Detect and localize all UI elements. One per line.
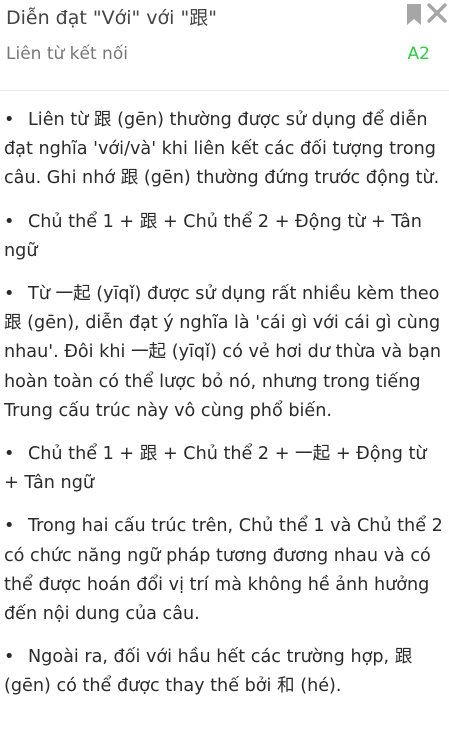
grammar-content: • Liên từ 跟 (gēn) thường được sử dụng để … <box>4 106 444 716</box>
header: Diễn đạt "Với" với "跟" Liên từ kết nối A… <box>0 0 449 91</box>
list-item-text: Trong hai cấu trúc trên, Chủ thể 1 và Ch… <box>4 516 443 625</box>
list-item: • Chủ thể 1 + 跟 + Chủ thể 2 + 一起 + Động t… <box>4 440 444 498</box>
list-item: • Chủ thể 1 + 跟 + Chủ thể 2 + Động từ + T… <box>4 208 444 266</box>
list-item-text: Ngoài ra, đối với hầu hết các trường hợp… <box>4 647 413 697</box>
list-item: • Từ 一起 (yīqǐ) được sử dụng rất nhiều kèm… <box>4 280 444 426</box>
bullet-icon: • <box>4 444 15 465</box>
list-item: • Liên từ 跟 (gēn) thường được sử dụng để … <box>4 106 444 194</box>
page-title: Diễn đạt "Với" với "跟" <box>6 7 217 29</box>
close-icon[interactable] <box>426 2 448 24</box>
list-item-text: Chủ thể 1 + 跟 + Chủ thể 2 + 一起 + Động từ… <box>4 444 427 494</box>
bookmark-icon[interactable] <box>406 4 422 26</box>
bullet-icon: • <box>4 647 15 668</box>
level-badge: A2 <box>407 44 430 64</box>
list-item-text: Liên từ 跟 (gēn) thường được sử dụng để d… <box>4 110 440 189</box>
list-item-text: Chủ thể 1 + 跟 + Chủ thể 2 + Động từ + Tâ… <box>4 211 422 261</box>
bullet-icon: • <box>4 110 15 130</box>
list-item: • Ngoài ra, đối với hầu hết các trường hợ… <box>4 643 444 701</box>
list-item: • Trong hai cấu trúc trên, Chủ thể 1 và C… <box>4 512 444 629</box>
list-item-text: Từ 一起 (yīqǐ) được sử dụng rất nhiều kèm … <box>4 284 442 421</box>
subtitle: Liên từ kết nối <box>6 44 128 64</box>
bullet-icon: • <box>4 516 15 537</box>
bullet-icon: • <box>4 211 15 232</box>
bullet-icon: • <box>4 284 15 305</box>
